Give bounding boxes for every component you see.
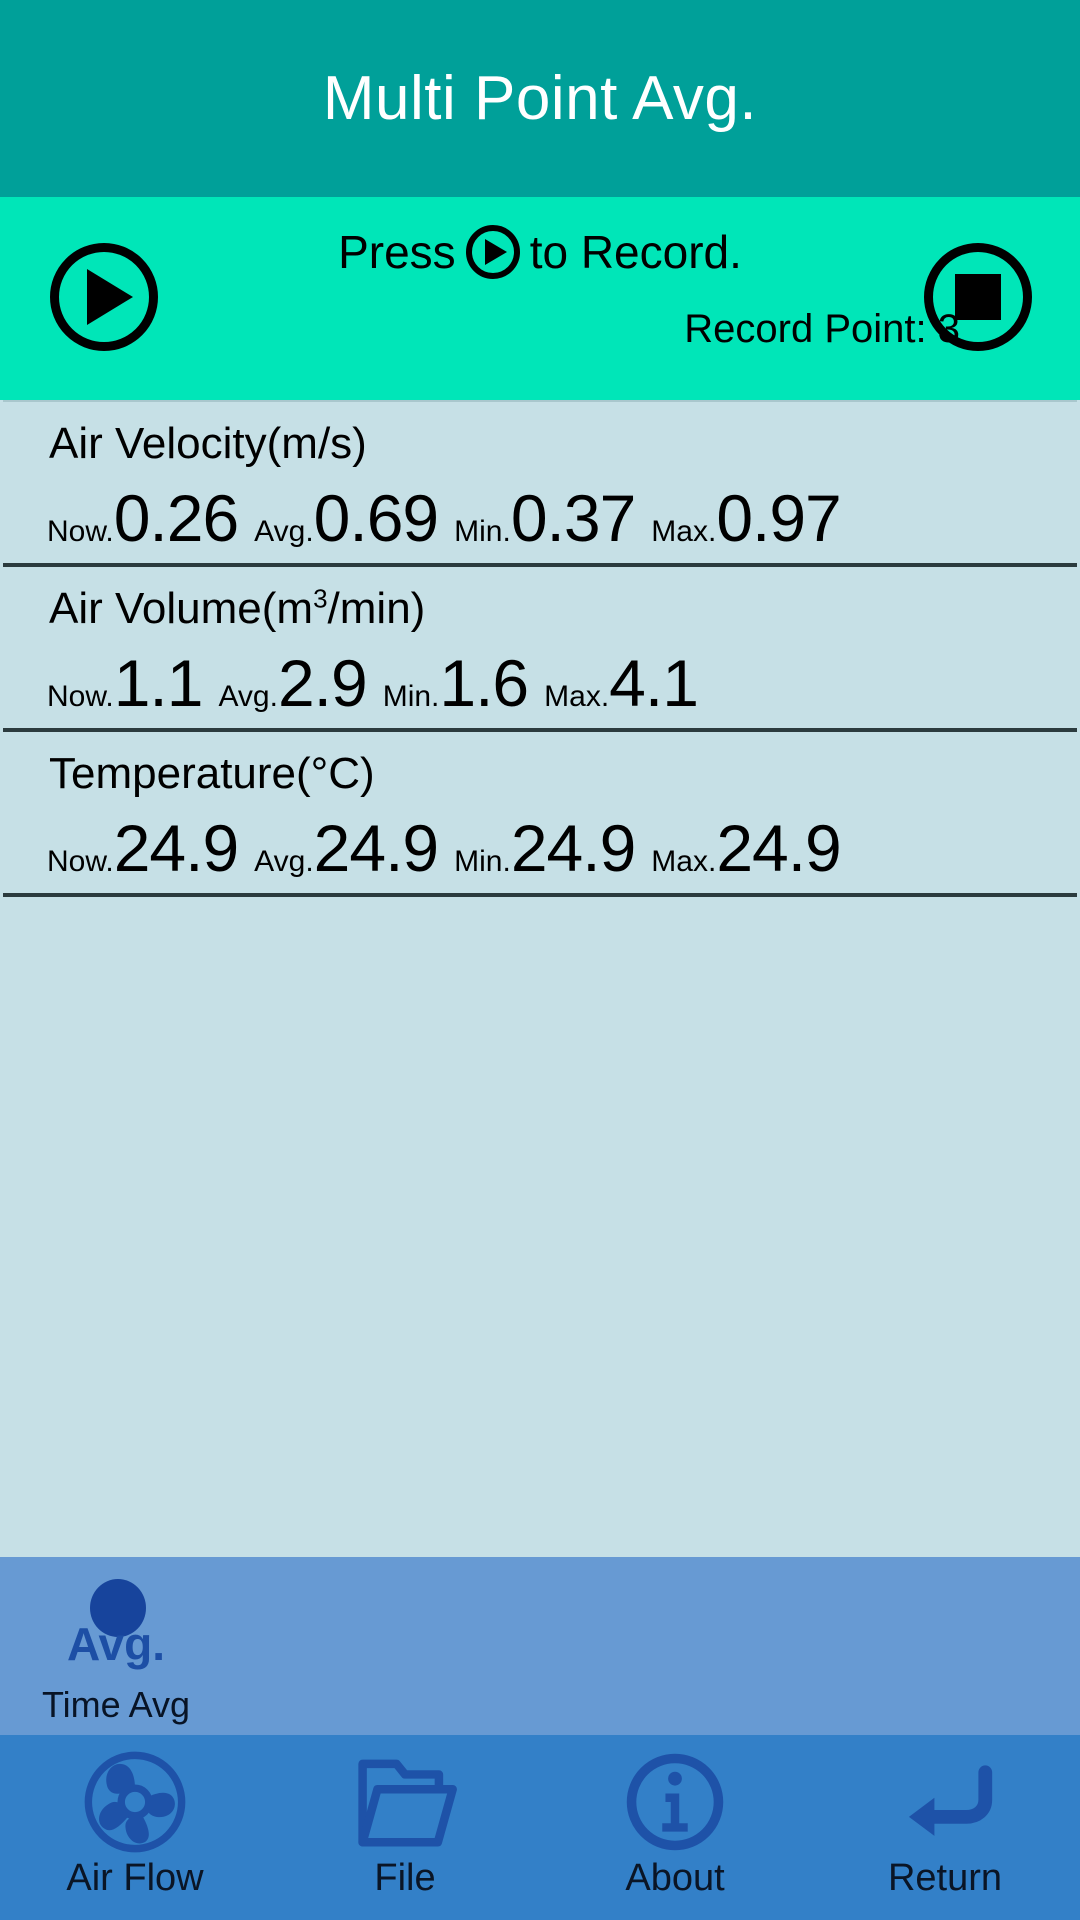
- panel-title: Temperature(°C): [3, 746, 1077, 801]
- panel-title-text: Air Volume(m: [49, 584, 314, 633]
- reading-value: 0.97: [716, 481, 841, 555]
- reading-label: Max.: [651, 845, 717, 878]
- reading-value: 2.9: [277, 646, 368, 720]
- play-icon: [87, 269, 133, 325]
- reading-now: Now. 1.1: [47, 646, 204, 720]
- title-bar: Multi Point Avg.: [0, 0, 1080, 197]
- mode-item-time-avg[interactable]: Avg. Time Avg: [26, 1577, 206, 1723]
- measurement-panel-air-volume: Air Volume(m3/min) Now. 1.1 Avg. 2.9 Min…: [3, 567, 1077, 732]
- reading-avg: Avg. 24.9: [254, 811, 439, 885]
- reading-value: 0.37: [510, 481, 636, 555]
- reading-label: Min.: [454, 515, 511, 548]
- reading-max: Max. 24.9: [651, 811, 841, 885]
- reading-label: Now.: [47, 680, 114, 713]
- reading-now: Now. 24.9: [47, 811, 239, 885]
- record-instruction-prefix: Press: [338, 226, 456, 278]
- reading-value: 0.69: [313, 481, 439, 555]
- reading-label: Now.: [47, 515, 114, 548]
- inline-play-icon: [465, 225, 520, 279]
- reading-now: Now. 0.26: [47, 481, 239, 555]
- measurement-panel-air-velocity: Air Velocity(m/s) Now. 0.26 Avg. 0.69 Mi…: [3, 400, 1077, 567]
- app-screen: Multi Point Avg. Press to Record. Record…: [0, 0, 1080, 1920]
- reading-max: Max. 0.97: [651, 481, 841, 555]
- panel-title-text: Air Velocity(m/s): [49, 419, 367, 468]
- reading-label: Avg.: [254, 515, 314, 548]
- reading-label: Max.: [651, 515, 717, 548]
- nav-item-file[interactable]: File: [270, 1735, 540, 1920]
- nav-item-return[interactable]: Return: [810, 1735, 1080, 1920]
- reading-max: Max. 4.1: [544, 646, 699, 720]
- avg-dot-icon: Avg.: [58, 1577, 174, 1681]
- reading-avg: Avg. 2.9: [218, 646, 368, 720]
- reading-value: 24.9: [716, 811, 841, 885]
- panel-title: Air Velocity(m/s): [3, 416, 1077, 471]
- reading-value: 24.9: [313, 811, 439, 885]
- fan-icon: [79, 1747, 191, 1857]
- reading-min: Min. 1.6: [382, 646, 529, 720]
- folder-icon: [349, 1747, 461, 1857]
- record-instruction: Press to Record.: [0, 225, 1080, 279]
- play-record-button[interactable]: [50, 243, 158, 351]
- panel-title-text: Temperature(°C): [49, 749, 375, 798]
- reading-label: Min.: [382, 680, 440, 713]
- mode-bar: Avg. Time Avg: [0, 1557, 1080, 1735]
- panel-readings: Now. 24.9 Avg. 24.9 Min. 24.9 Max. 24.9: [3, 815, 1077, 881]
- reading-label: Min.: [454, 845, 511, 878]
- record-control-bar: Press to Record. Record Point: 3: [0, 197, 1080, 400]
- reading-avg: Avg. 0.69: [254, 481, 439, 555]
- reading-min: Min. 0.37: [454, 481, 636, 555]
- record-instruction-suffix: to Record.: [529, 226, 742, 278]
- nav-item-label: Return: [887, 1857, 1003, 1899]
- mode-item-label: Time Avg: [41, 1684, 191, 1725]
- reading-min: Min. 24.9: [454, 811, 636, 885]
- page-title: Multi Point Avg.: [322, 63, 758, 133]
- panel-title-superscript: 3: [313, 583, 328, 614]
- nav-item-about[interactable]: About: [540, 1735, 810, 1920]
- panel-readings: Now. 0.26 Avg. 0.69 Min. 0.37 Max. 0.97: [3, 485, 1077, 551]
- stop-icon: [955, 274, 1001, 320]
- info-icon: [619, 1747, 731, 1857]
- reading-label: Avg.: [218, 680, 278, 713]
- return-arrow-icon: [889, 1747, 1001, 1857]
- nav-item-label: Air Flow: [66, 1857, 204, 1899]
- reading-value: 1.6: [439, 646, 529, 720]
- reading-value: 0.26: [113, 481, 239, 555]
- reading-value: 1.1: [113, 646, 204, 720]
- panel-readings: Now. 1.1 Avg. 2.9 Min. 1.6 Max. 4.1: [3, 650, 1077, 716]
- measurement-panel-temperature: Temperature(°C) Now. 24.9 Avg. 24.9 Min.…: [3, 732, 1077, 897]
- reading-value: 24.9: [510, 811, 636, 885]
- nav-item-label: File: [374, 1857, 436, 1899]
- reading-value: 4.1: [609, 646, 699, 720]
- panel-title-text-suffix: /min): [327, 584, 426, 633]
- reading-value: 24.9: [113, 811, 239, 885]
- measurement-panels: Air Velocity(m/s) Now. 0.26 Avg. 0.69 Mi…: [0, 400, 1080, 1557]
- reading-label: Max.: [544, 680, 610, 713]
- reading-label: Now.: [47, 845, 114, 878]
- reading-label: Avg.: [254, 845, 314, 878]
- nav-item-label: About: [625, 1857, 725, 1899]
- panel-title: Air Volume(m3/min): [3, 581, 1077, 636]
- nav-item-air-flow[interactable]: Air Flow: [0, 1735, 270, 1920]
- record-point-status: Record Point: 3: [684, 307, 960, 351]
- bottom-nav-bar: Air Flow File About Return: [0, 1735, 1080, 1920]
- avg-icon-text: Avg.: [67, 1618, 165, 1670]
